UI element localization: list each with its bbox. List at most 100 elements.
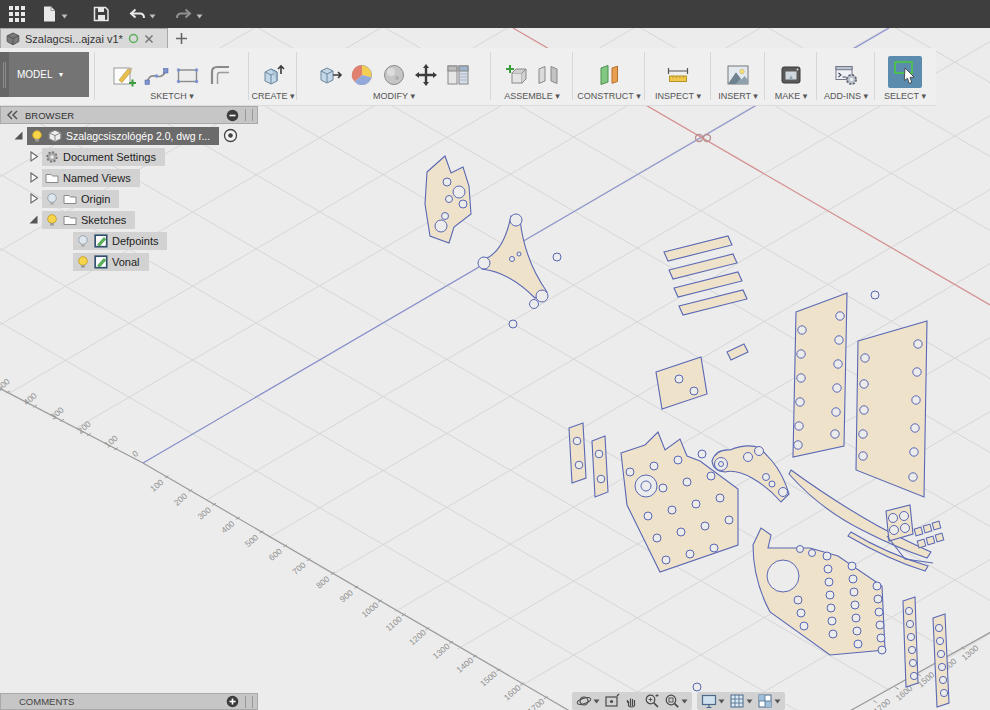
browser-item-label[interactable]: Defpoints [112,235,158,247]
collapse-panel-icon[interactable] [5,108,19,122]
workspace-selector[interactable]: MODEL ▼ [0,52,89,97]
toolbar-separator [874,52,875,100]
toolbar-group-label[interactable]: MAKE ▾ [766,91,816,101]
rectangle-icon[interactable] [175,62,201,88]
browser-item-label[interactable]: Szalagcsiszológép 2.0, dwg r... [66,130,210,142]
select-tool-icon[interactable] [888,56,922,88]
toolbar-group-label[interactable]: SELECT ▾ [876,91,934,101]
view-navigation-bar [572,692,785,710]
tree-expanded-icon[interactable] [12,129,25,142]
measure-icon[interactable] [665,62,691,88]
new-component-icon[interactable] [503,62,529,88]
zoom-icon[interactable] [644,693,660,709]
insert-image-icon[interactable] [725,62,751,88]
toolbar-group-label[interactable]: ASSEMBLE ▾ [492,91,572,101]
visibility-bulb-icon[interactable] [76,234,90,248]
toolbar-group-label[interactable]: CONSTRUCT ▾ [574,91,644,101]
create-sketch-icon[interactable] [111,62,137,88]
sketch-panel-1 [793,293,847,457]
browser-item-label[interactable]: Vonal [112,256,140,268]
toolbar-group-construct: CONSTRUCT ▾ [574,51,644,101]
shell-icon[interactable] [381,62,407,88]
toolbar-group-label[interactable]: ADD-INS ▾ [818,91,874,101]
tree-collapsed-icon[interactable] [27,171,40,184]
browser-item-label[interactable]: Sketches [81,214,126,226]
toolbar-group-assemble: ASSEMBLE ▾ [492,51,572,101]
redo-icon[interactable] [175,5,203,23]
chevron-down-icon: ▼ [58,71,65,78]
plus-circle-icon[interactable] [226,695,239,708]
comments-bar[interactable]: COMMENTS [0,693,258,710]
toolbar-grip [0,52,9,97]
browser-row-szalagcsiszol-g-p-2-0-dwg-r-[interactable]: Szalagcsiszológép 2.0, dwg r... [0,126,258,145]
close-icon[interactable] [144,34,154,44]
scripts-addins-icon[interactable] [833,62,859,88]
toolbar-group-label[interactable]: INSERT ▾ [712,91,764,101]
tree-collapsed-icon[interactable] [27,150,40,163]
construct-plane-icon[interactable] [596,62,622,88]
toolbar-group-create: CREATE ▾ [250,51,296,101]
toolbar-separator [816,52,817,100]
pan-icon[interactable] [624,693,640,709]
extrude-icon[interactable] [260,62,286,88]
fit-icon[interactable] [664,693,688,709]
display-icon[interactable] [701,693,725,709]
save-icon[interactable] [92,5,110,23]
visibility-bulb-icon[interactable] [45,192,59,206]
move-icon[interactable] [413,62,439,88]
unsaved-ring-icon [128,33,139,44]
browser-item-label[interactable]: Origin [81,193,110,205]
toolbar-group-label[interactable]: MODIFY ▾ [298,91,490,101]
toolbar-separator [248,52,249,100]
browser-item-label[interactable]: Document Settings [63,151,156,163]
minus-circle-icon[interactable] [226,109,239,122]
panel-resize-handle[interactable] [245,696,253,708]
joint-icon[interactable] [535,62,561,88]
viewports-icon[interactable] [757,693,781,709]
toolbar-group-insert: INSERT ▾ [712,51,764,101]
toolbar-group-select: SELECT ▾ [876,51,934,101]
nav-group [572,692,692,710]
sketchfile-icon [94,255,108,269]
grid-display-icon[interactable] [729,693,753,709]
orbit-icon[interactable] [576,693,600,709]
browser-item-label[interactable]: Named Views [63,172,131,184]
visibility-bulb-icon[interactable] [45,213,59,227]
panel-resize-handle[interactable] [245,109,253,121]
toolbar-separator [572,52,573,100]
toolbar-separator [710,52,711,100]
browser-row-sketches[interactable]: Sketches [0,210,258,229]
browser-row-defpoints[interactable]: Defpoints [0,231,258,250]
comments-label: COMMENTS [19,696,74,707]
undo-icon[interactable] [128,5,156,23]
spline-icon[interactable] [143,62,169,88]
press-pull-icon[interactable] [317,62,343,88]
document-tab[interactable]: Szalagcsi...ajzai v1* [0,28,168,48]
browser-row-document-settings[interactable]: Document Settings [0,147,258,166]
tree-expanded-icon[interactable] [27,213,40,226]
visibility-bulb-icon[interactable] [30,129,44,143]
browser-header[interactable]: BROWSER [0,106,258,124]
tree-collapsed-icon[interactable] [27,192,40,205]
visibility-bulb-icon[interactable] [76,255,90,269]
toolbar-separator [644,52,645,100]
browser-row-origin[interactable]: Origin [0,189,258,208]
toolbar-separator [296,52,297,100]
browser-row-vonal[interactable]: Vonal [0,252,258,271]
app-grid-icon[interactable] [8,5,26,23]
look-at-icon[interactable] [604,693,620,709]
workspace-label: MODEL [17,69,53,80]
toolbar-group-label[interactable]: CREATE ▾ [250,91,296,101]
new-tab-button[interactable] [173,30,189,46]
activate-target-icon[interactable] [223,128,238,143]
offset-icon[interactable] [207,62,233,88]
3d-print-icon[interactable] [778,62,804,88]
change-parameters-icon[interactable] [445,62,471,88]
toolbar-separator [490,52,491,100]
toolbar-group-label[interactable]: SKETCH ▾ [96,91,248,101]
file-menu-icon[interactable] [40,5,68,23]
fillet-icon[interactable] [349,62,375,88]
toolbar-group-label[interactable]: INSPECT ▾ [646,91,710,101]
title-bar [0,0,990,28]
browser-row-named-views[interactable]: Named Views [0,168,258,187]
